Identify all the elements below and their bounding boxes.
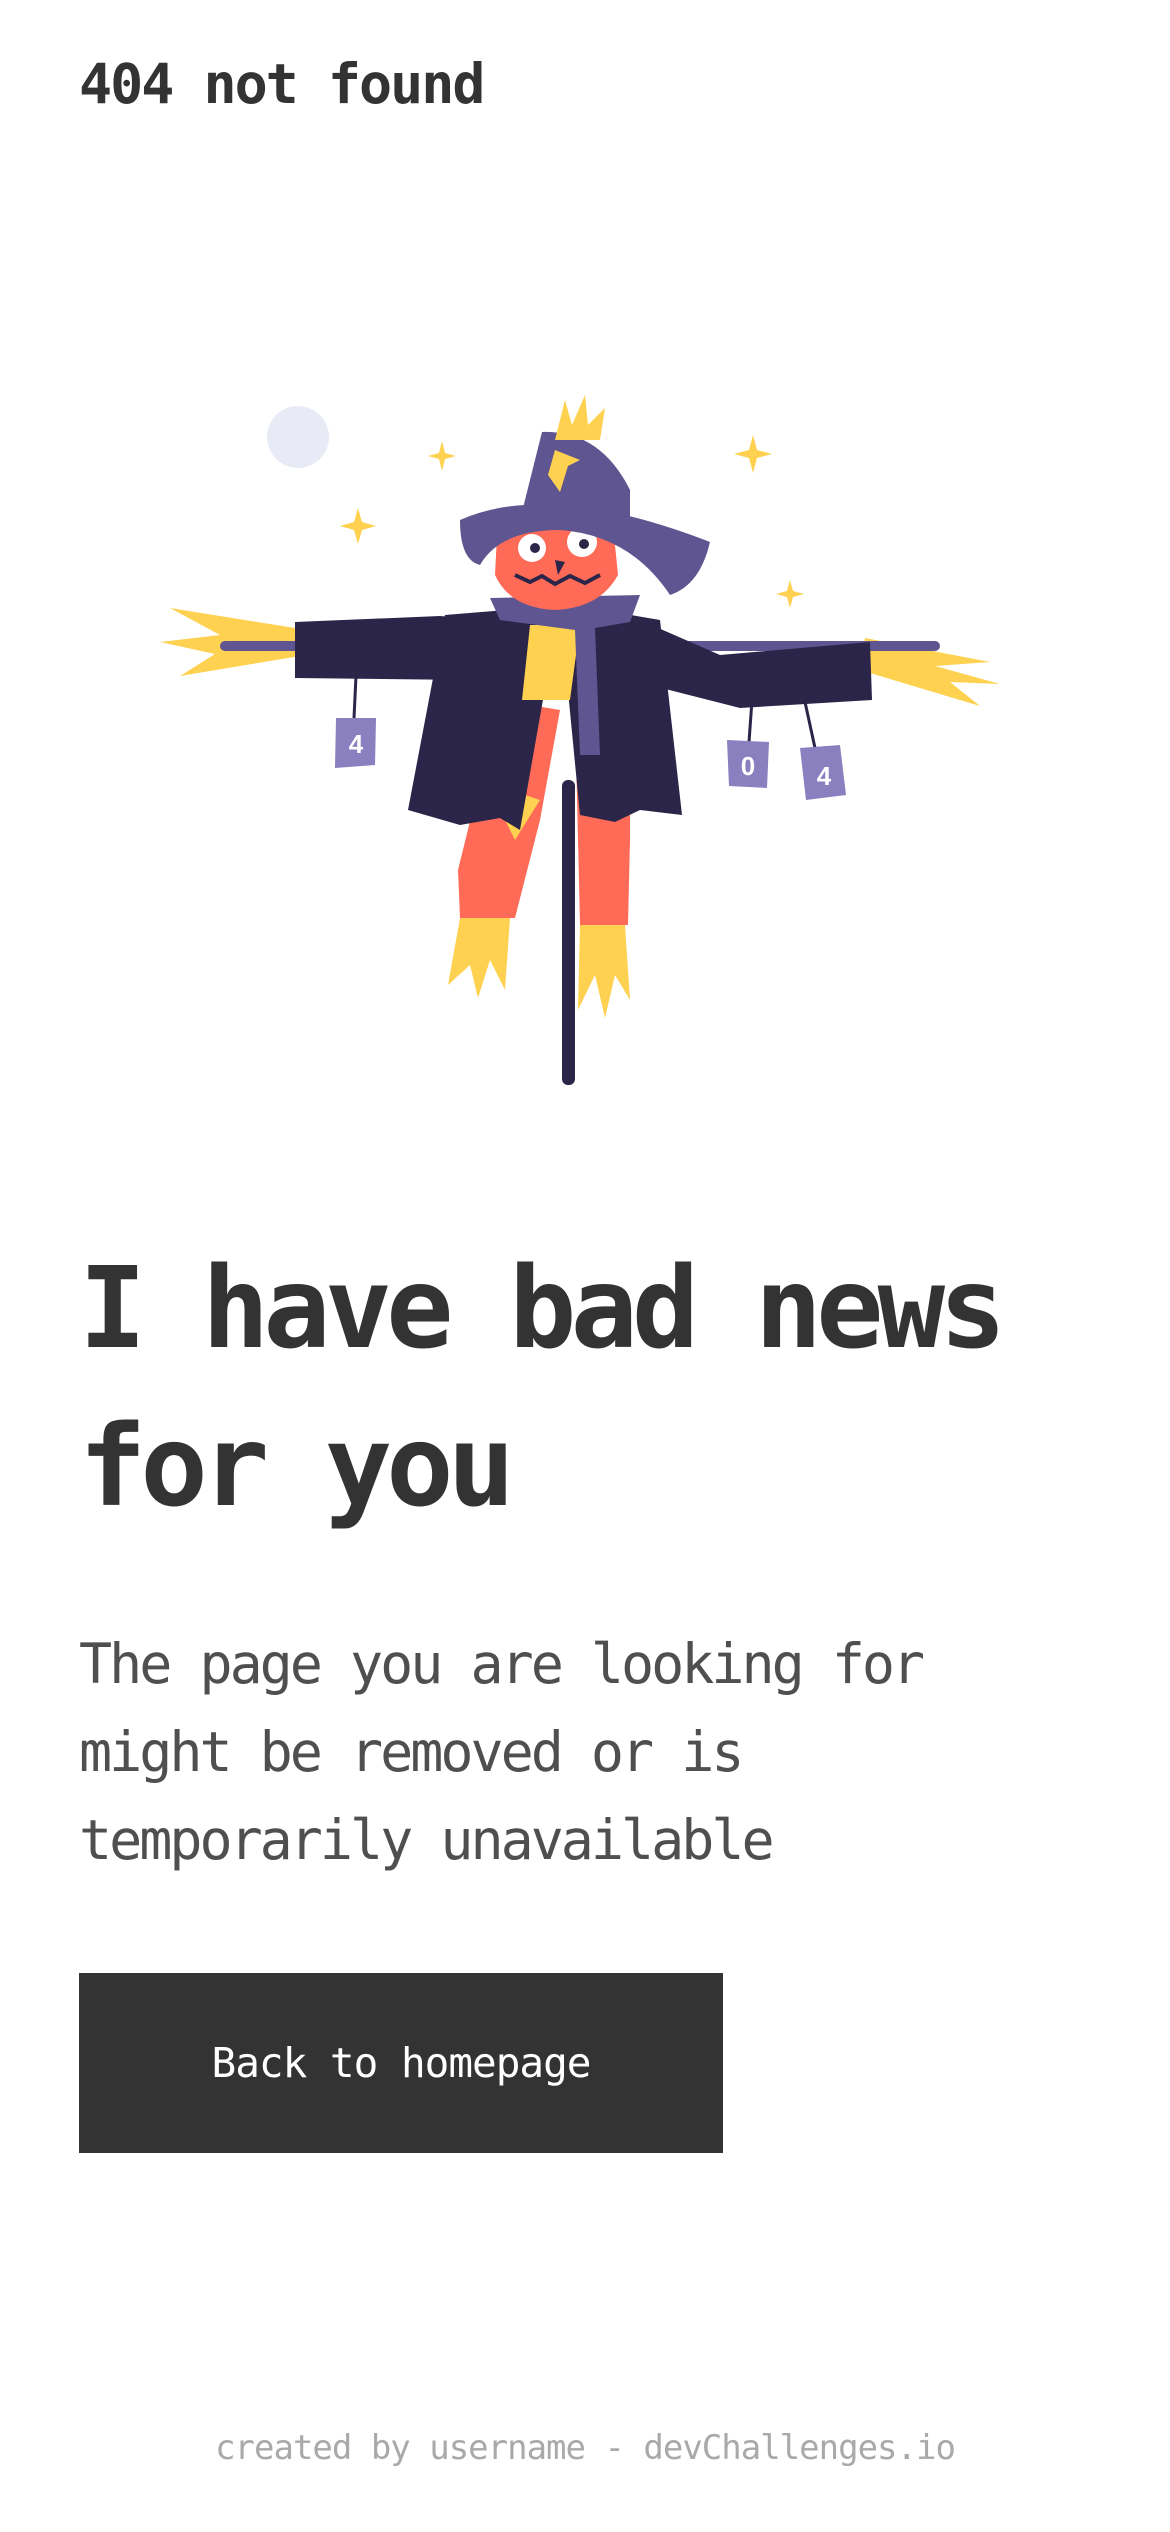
description-line1: The page you are looking for xyxy=(79,1632,925,1696)
button-label: Back to homepage xyxy=(211,2039,592,2087)
hat-straw xyxy=(555,395,605,440)
description-line3: temporarily unavailable xyxy=(79,1808,775,1872)
pole xyxy=(562,780,575,1085)
sparkle-icon xyxy=(428,441,456,471)
sparkle-icon xyxy=(734,435,772,473)
page-headline: I have bad news for you xyxy=(79,1230,1139,1546)
description-line2: might be removed or is xyxy=(79,1720,744,1784)
hat-top xyxy=(520,431,630,530)
right-foot-straw xyxy=(578,925,630,1018)
shirt xyxy=(522,625,580,700)
sparkle-icon xyxy=(776,580,804,608)
footer-credit: created by username - devChallenges.io xyxy=(215,2428,956,2468)
svg-text:4: 4 xyxy=(817,761,832,791)
svg-text:0: 0 xyxy=(741,751,755,781)
page-description: The page you are looking for might be rem… xyxy=(79,1620,1119,1884)
headline-line2: for you xyxy=(79,1402,515,1532)
site-logo[interactable]: 404 not found xyxy=(79,52,485,116)
back-to-homepage-button[interactable]: Back to homepage xyxy=(79,1973,723,2153)
moon-icon xyxy=(267,406,329,468)
scarecrow-illustration: 4 0 4 xyxy=(160,395,1000,1085)
headline-line1: I have bad news xyxy=(79,1244,1006,1374)
left-foot-straw xyxy=(448,918,510,998)
svg-text:4: 4 xyxy=(349,729,364,759)
sparkle-icon xyxy=(340,508,376,544)
